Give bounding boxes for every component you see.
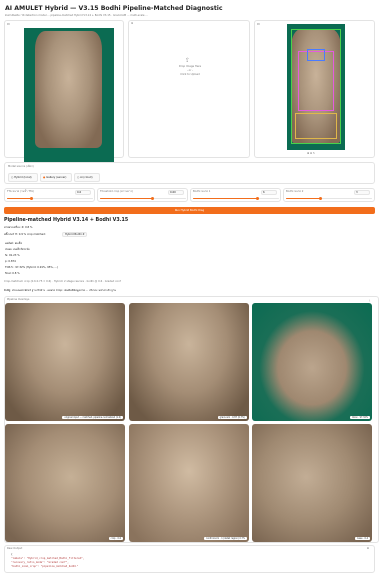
stat-0: ผลลัพธ์: สมเด็จ — [5, 242, 23, 245]
slider-0-value[interactable]: 0.6 — [75, 190, 91, 195]
page-title: AI AMULET Hybrid — V3.15 Bodhi Pipeline-… — [5, 5, 223, 12]
json-line-3: "bodhi_zoom_crop": "pipeline_matched_bod… — [11, 565, 79, 568]
slider-2[interactable]: Bodhi ขนาด 1 6 — [190, 188, 281, 202]
result-line1: สายพระเครื่อง: Z: 0.8 % — [4, 226, 33, 229]
detection-label: ⊡ — [257, 22, 260, 26]
image-label: ⊡ — [7, 22, 10, 26]
gallery-item-base[interactable]: base · 0.4 — [252, 424, 372, 542]
gallery-panel: Pipeline Overlays ⤓ original input — mat… — [4, 296, 379, 543]
gallery-caption-5: base · 0.4 — [355, 537, 370, 540]
detection-toolbar[interactable]: ⊞ ⊟ ↻ — [307, 152, 315, 155]
detection-panel: ⊡ ⊞ ⊟ ↻ — [254, 20, 375, 158]
stat-3: p: 0.874 — [5, 260, 16, 263]
slider-3-knob[interactable] — [319, 197, 322, 200]
slider-2-label: Bodhi ขนาด 1 — [193, 190, 211, 193]
slider-2-fill — [193, 198, 257, 200]
page-subtitle: ตั้งค่าเพิ่มเติม: ใช้ detection model ..… — [5, 14, 148, 17]
gallery-caption-2: bbox · 97.32% — [350, 416, 370, 419]
json-label: Raw Output — [7, 547, 23, 550]
gallery-caption-4: bodhi zoom · 1 (detail region) 0.7% — [204, 537, 247, 540]
slider-2-knob[interactable] — [256, 197, 259, 200]
gallery-item-gradcam[interactable]: grad-cam · 0.87 (0.7%) — [129, 303, 249, 421]
mode-option-ai[interactable]: ○ Ai (cloud) — [74, 173, 100, 182]
bbox-base — [295, 113, 337, 139]
slider-3-label: Bodhi ขนาด 2 — [286, 190, 304, 193]
result-tag: Hybrid Bodhi Z — [62, 232, 88, 238]
input-image-panel[interactable]: ⊡ ⊞ ⊟ ↻ — [4, 20, 124, 175]
slider-3-fill — [286, 198, 320, 200]
slider-1-value[interactable]: 0.60 — [168, 190, 184, 195]
gallery-caption-1: grad-cam · 0.87 (0.7%) — [217, 416, 247, 419]
upload-click[interactable]: Click to Upload — [129, 73, 251, 76]
stat-5: final: 0.8 % — [5, 272, 20, 275]
slider-1-knob[interactable] — [151, 197, 154, 200]
slider-0-knob[interactable] — [30, 197, 33, 200]
bbox-face — [307, 49, 325, 61]
gallery-caption-3: crop · 0.6 — [108, 537, 123, 540]
mode-option-gallery[interactable]: ● Gallery (server) — [40, 173, 72, 182]
result-highlight: สิ่งที่ดู: ส่วนบนพระพักตร์ ฐาน ปีกข้าง ·… — [4, 289, 117, 292]
result-heading: Pipeline-matched Hybrid V3.14 + Bodhi V3… — [4, 218, 129, 223]
gallery-caption-0: original input — matched, pipeline-norma… — [62, 416, 123, 419]
upload-icon: ⇪ — [185, 57, 191, 64]
result-line2: สติ๊กเกอร์ H: 0.9 % crop matched: — [4, 233, 46, 236]
slider-2-value[interactable]: 6 — [261, 190, 277, 195]
mode-option-hybrid[interactable]: ○ Hybrid (local) — [8, 173, 38, 182]
gallery-label: Pipeline Overlays — [7, 298, 30, 301]
copy-icon[interactable]: ⧉ — [367, 547, 369, 550]
gallery-item-bodhi-zoom[interactable]: bodhi zoom · 1 (detail region) 0.7% — [129, 424, 249, 542]
upload-hint: Drop Image Here — [178, 65, 202, 68]
slider-1[interactable]: Threshold crop (ความยาว) 0.60 — [97, 188, 188, 202]
stat-1: class: สมเด็จวัดระฆัง — [5, 248, 30, 251]
mode-panel: Model source (เลือก) ○ Hybrid (local) ● … — [4, 162, 375, 184]
slider-0-label: TTA ขนาด (วนซ้ำ TTA) — [7, 190, 35, 193]
result-note: Crop-matched: crop (0.6·0.75 = 0.6) · Hy… — [4, 280, 121, 283]
amulet-image — [35, 31, 102, 148]
mode-label: Model source (เลือก) — [8, 165, 34, 168]
run-button[interactable]: Run Hybrid Bodhi Diag — [4, 207, 375, 214]
json-panel: Raw Output ⧉ { "labels": "Hybrid_crop_ma… — [4, 545, 375, 573]
stat-4: TOP-5 : 97.32% (Hybrid: 0.91%, 95%, ...) — [5, 266, 59, 269]
gallery-item-bbox[interactable]: bbox · 97.32% — [252, 303, 372, 421]
upload-or: - or - — [186, 69, 194, 72]
slider-1-fill — [100, 198, 152, 200]
slider-3-value[interactable]: 3 — [354, 190, 370, 195]
gallery-item-crop[interactable]: crop · 0.6 — [5, 424, 125, 542]
slider-0-fill — [7, 198, 31, 200]
upload-panel[interactable]: ⊡ ⇪ Drop Image Here - or - Click to Uplo… — [128, 20, 250, 158]
radio-selected-icon: ● — [43, 176, 46, 179]
stat-2: fs: 91.23 % — [5, 254, 20, 257]
slider-3[interactable]: Bodhi ขนาด 2 3 — [283, 188, 375, 202]
gallery-item-original[interactable]: original input — matched, pipeline-norma… — [5, 303, 125, 421]
upload-label: ⊡ — [131, 22, 134, 25]
slider-0[interactable]: TTA ขนาด (วนซ้ำ TTA) 0.6 — [4, 188, 95, 202]
download-icon[interactable]: ⤓ — [369, 299, 370, 302]
slider-1-label: Threshold crop (ความยาว) — [100, 190, 133, 193]
